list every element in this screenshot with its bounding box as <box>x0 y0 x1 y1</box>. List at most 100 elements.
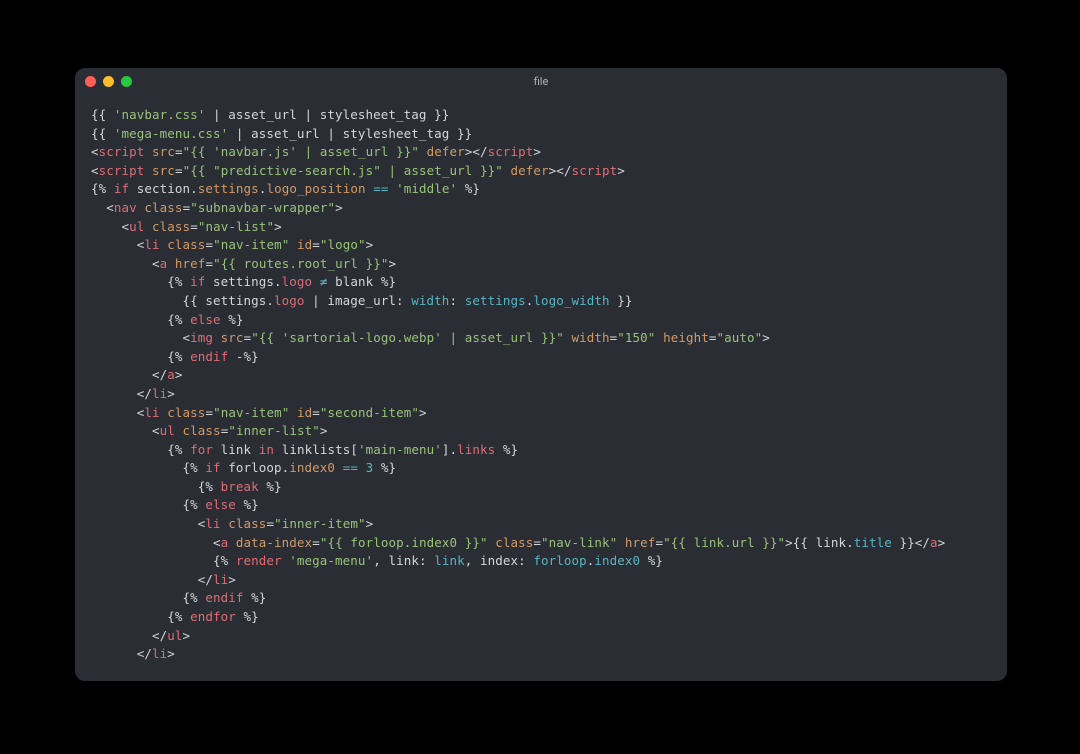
code-token: 'main-menu' <box>358 442 442 457</box>
code-token: script <box>99 163 145 178</box>
code-token: class <box>152 219 190 234</box>
code-token: %} <box>221 312 244 327</box>
code-token: "nav-item" <box>213 405 289 420</box>
code-token: class <box>228 516 266 531</box>
code-token: > <box>335 200 343 215</box>
code-token: href <box>625 535 656 550</box>
code-token: li <box>144 405 159 420</box>
code-token: "{{ forloop.index0 }}" <box>320 535 488 550</box>
code-line: {% if settings.logo ≠ blank %} <box>91 273 991 292</box>
code-token: {% <box>91 479 221 494</box>
code-token: > <box>366 237 374 252</box>
code-line: <script src="{{ "predictive-search.js" |… <box>91 162 991 181</box>
code-token: = <box>190 219 198 234</box>
code-token: li <box>213 572 228 587</box>
code-line: <li class="nav-item" id="second-item"> <box>91 404 991 423</box>
titlebar: file <box>75 68 1007 94</box>
editor-window: file {{ 'navbar.css' | asset_url | style… <box>75 68 1007 681</box>
code-token <box>144 219 152 234</box>
code-token: > <box>274 219 282 234</box>
code-line: <a data-index="{{ forloop.index0 }}" cla… <box>91 534 991 553</box>
code-token <box>358 460 366 475</box>
code-token: > <box>419 405 427 420</box>
code-token: | image_url: <box>305 293 412 308</box>
code-token: = <box>266 516 274 531</box>
code-token: settings <box>198 181 259 196</box>
code-token: "logo" <box>320 237 366 252</box>
code-line: {% break %} <box>91 478 991 497</box>
code-token: id <box>297 237 312 252</box>
code-token: title <box>854 535 892 550</box>
code-line: {% for link in linklists['main-menu'].li… <box>91 441 991 460</box>
code-token: a <box>167 367 175 382</box>
code-token: else <box>190 312 221 327</box>
code-token: > <box>320 423 328 438</box>
code-token: </ <box>91 646 152 661</box>
code-token: "nav-link" <box>541 535 617 550</box>
code-token: "subnavbar-wrapper" <box>190 200 335 215</box>
code-token: class <box>167 405 205 420</box>
code-token: li <box>144 237 159 252</box>
code-token: {% <box>91 442 190 457</box>
code-token: settings. <box>205 274 281 289</box>
code-token: class <box>167 237 205 252</box>
code-line: {{ settings.logo | image_url: width: set… <box>91 292 991 311</box>
code-token: = <box>533 535 541 550</box>
code-token: "inner-list" <box>228 423 320 438</box>
minimize-icon[interactable] <box>103 76 114 87</box>
code-line: {% endfor %} <box>91 608 991 627</box>
code-token: li <box>152 386 167 401</box>
code-line: </a> <box>91 366 991 385</box>
code-token: ]. <box>442 442 457 457</box>
code-token: = <box>312 237 320 252</box>
code-token: data-index <box>236 535 312 550</box>
code-token: = <box>205 256 213 271</box>
code-token: defer <box>511 163 549 178</box>
code-line: {% endif %} <box>91 589 991 608</box>
code-token: {% <box>91 349 190 364</box>
code-token: < <box>91 330 190 345</box>
code-token: {% <box>91 553 236 568</box>
code-area[interactable]: {{ 'navbar.css' | asset_url | stylesheet… <box>75 94 1007 680</box>
code-token: section. <box>129 181 198 196</box>
code-token: li <box>152 646 167 661</box>
code-token: in <box>259 442 274 457</box>
close-icon[interactable] <box>85 76 96 87</box>
code-token <box>617 535 625 550</box>
code-token: < <box>91 237 144 252</box>
zoom-icon[interactable] <box>121 76 132 87</box>
code-token <box>144 144 152 159</box>
code-line: <li class="inner-item"> <box>91 515 991 534</box>
code-token: a <box>930 535 938 550</box>
code-token: < <box>91 256 160 271</box>
code-token: class <box>144 200 182 215</box>
code-token <box>655 330 663 345</box>
code-token: </ <box>91 628 167 643</box>
code-token: {{ settings. <box>91 293 274 308</box>
code-token: = <box>175 163 183 178</box>
code-token: %} <box>457 181 480 196</box>
code-token: src <box>152 144 175 159</box>
code-token: else <box>205 497 236 512</box>
code-token: links <box>457 442 495 457</box>
code-token: > <box>617 163 625 178</box>
code-token: , index: <box>465 553 534 568</box>
code-line: {% render 'mega-menu', link: link, index… <box>91 552 991 571</box>
code-token: {% <box>91 590 205 605</box>
code-token: %} <box>244 590 267 605</box>
code-token: > <box>228 572 236 587</box>
code-token: < <box>91 535 221 550</box>
code-token: img <box>190 330 213 345</box>
code-token <box>335 460 343 475</box>
code-token: 'mega-menu.css' <box>114 126 228 141</box>
code-token: width <box>572 330 610 345</box>
code-token: "auto" <box>716 330 762 345</box>
code-token: "{{ link.url }}" <box>663 535 785 550</box>
code-token: %} <box>236 609 259 624</box>
code-token: li <box>205 516 220 531</box>
code-token: {% <box>91 312 190 327</box>
code-token: {% <box>91 497 205 512</box>
code-token: %} <box>640 553 663 568</box>
code-token: 'mega-menu' <box>289 553 373 568</box>
code-token: settings <box>465 293 526 308</box>
